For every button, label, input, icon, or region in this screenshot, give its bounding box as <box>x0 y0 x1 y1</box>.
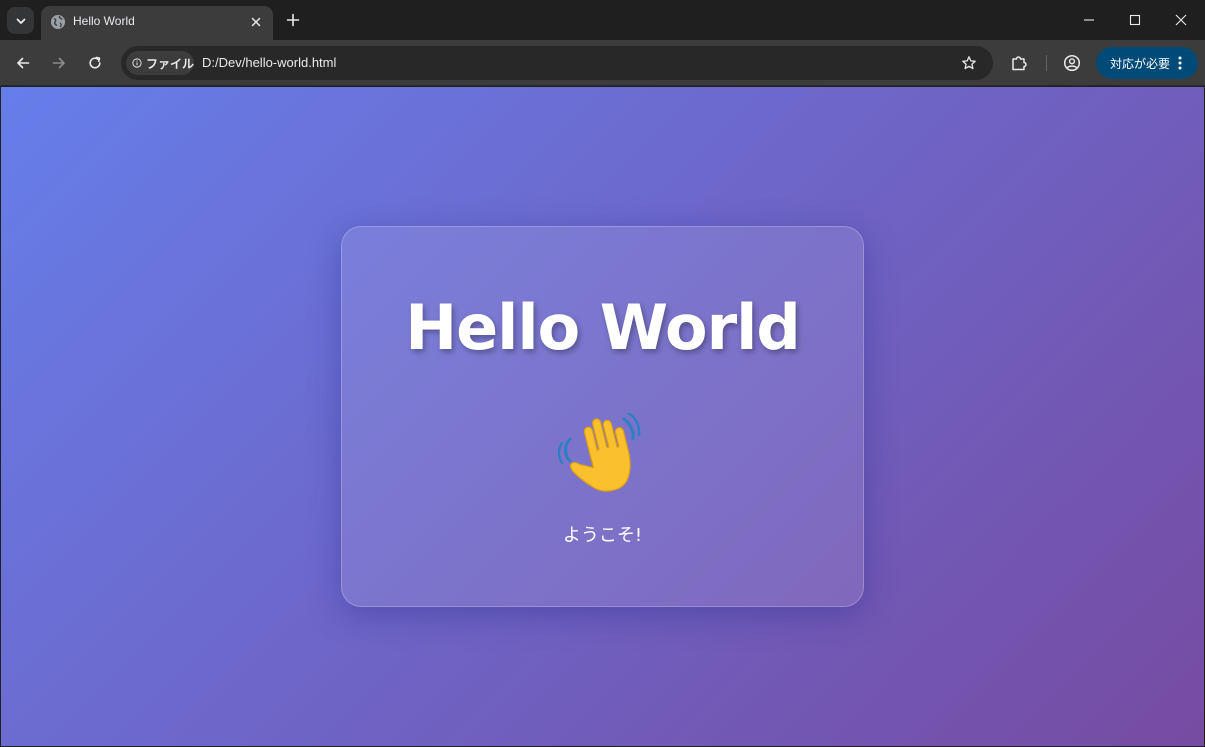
maximize-button[interactable] <box>1112 0 1158 40</box>
close-window-button[interactable] <box>1158 0 1204 40</box>
update-required-label: 対応が必要 <box>1110 56 1171 71</box>
page-viewport: Hello World ようこそ! <box>1 87 1204 746</box>
profile-button[interactable] <box>1058 49 1086 77</box>
maximize-icon <box>1129 14 1141 26</box>
tab-search-button[interactable] <box>7 7 34 34</box>
minimize-icon <box>1084 19 1094 21</box>
update-required-button[interactable]: 対応が必要 <box>1096 47 1198 79</box>
browser-toolbar: ファイル D:/Dev/hello-world.html 対応が必要 <box>0 40 1205 86</box>
address-bar[interactable]: ファイル D:/Dev/hello-world.html <box>121 46 993 80</box>
arrow-left-icon <box>17 57 30 69</box>
forward-button[interactable] <box>45 49 73 77</box>
back-button[interactable] <box>9 49 37 77</box>
close-icon <box>1175 14 1187 26</box>
arrow-right-icon <box>52 57 65 69</box>
minimize-button[interactable] <box>1066 0 1112 40</box>
url-text[interactable]: D:/Dev/hello-world.html <box>202 55 336 70</box>
tab-title: Hello World <box>73 14 135 28</box>
puzzle-icon <box>1012 56 1027 71</box>
bookmark-button[interactable] <box>957 51 981 75</box>
globe-icon <box>51 15 65 29</box>
active-tab[interactable]: Hello World <box>41 6 273 40</box>
profile-icon <box>1063 54 1081 72</box>
title-bar: Hello World <box>0 0 1205 40</box>
chevron-down-icon <box>16 18 25 24</box>
star-icon <box>962 56 976 70</box>
info-icon <box>132 58 142 68</box>
page-heading: Hello World <box>405 291 801 364</box>
close-icon <box>251 17 261 27</box>
waving-hand-icon <box>558 413 641 492</box>
welcome-message: ようこそ! <box>562 525 643 546</box>
reload-icon <box>89 56 101 69</box>
toolbar-divider <box>1046 55 1047 71</box>
reload-button[interactable] <box>81 49 109 77</box>
welcome-card: Hello World ようこそ! <box>341 226 864 607</box>
new-tab-button[interactable] <box>282 9 304 31</box>
menu-icon <box>1172 55 1188 71</box>
site-info-chip[interactable]: ファイル <box>126 51 194 75</box>
extensions-button[interactable] <box>1005 49 1033 77</box>
tab-close-button[interactable] <box>247 13 265 31</box>
plus-icon <box>286 13 300 27</box>
site-chip-label: ファイル <box>145 56 194 71</box>
